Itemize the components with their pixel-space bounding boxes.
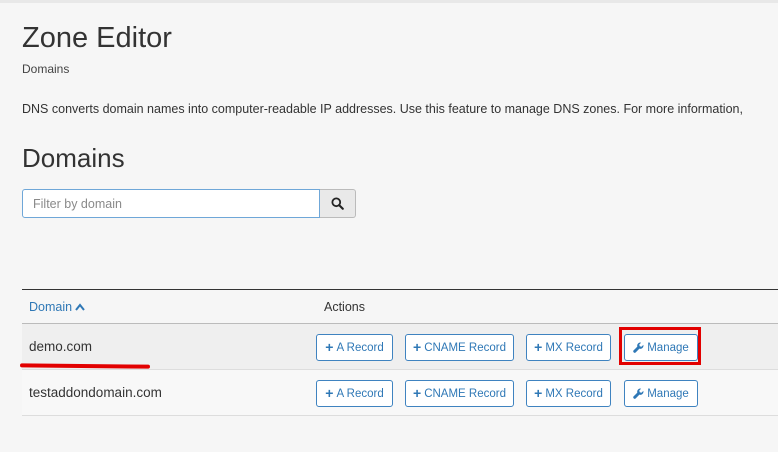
domain-column-label: Domain: [29, 300, 73, 314]
cname-record-button[interactable]: + CNAME Record: [405, 334, 514, 361]
plus-icon: +: [534, 339, 543, 355]
plus-icon: +: [534, 385, 543, 401]
search-button[interactable]: [320, 189, 356, 218]
domain-column-header[interactable]: Domain: [29, 300, 85, 314]
filter-group: [22, 189, 356, 218]
domain-cell: testaddondomain.com: [29, 385, 162, 400]
mx-record-button[interactable]: + MX Record: [526, 334, 611, 361]
domain-cell: demo.com: [29, 339, 93, 354]
domains-heading: Domains: [22, 143, 125, 173]
cname-record-button[interactable]: + CNAME Record: [405, 380, 514, 407]
plus-icon: +: [325, 385, 334, 401]
chevron-up-icon: [75, 303, 85, 311]
plus-icon: +: [413, 385, 422, 401]
page-description: DNS converts domain names into computer-…: [22, 102, 743, 116]
plus-icon: +: [325, 339, 334, 355]
domains-table: Domain Actions demo.com + A Record + CNA…: [22, 289, 778, 416]
a-record-label: A Record: [336, 387, 384, 400]
filter-domain-input[interactable]: [22, 189, 320, 218]
a-record-label: A Record: [336, 341, 384, 354]
mx-record-label: MX Record: [545, 387, 603, 400]
manage-label: Manage: [647, 387, 689, 400]
cname-record-label: CNAME Record: [424, 341, 506, 354]
manage-button[interactable]: Manage: [624, 380, 698, 407]
top-border: [0, 0, 778, 3]
cname-record-label: CNAME Record: [424, 387, 506, 400]
table-row: testaddondomain.com + A Record + CNAME R…: [22, 370, 778, 416]
wrench-icon: [633, 388, 644, 399]
mx-record-button[interactable]: + MX Record: [526, 380, 611, 407]
table-row: demo.com + A Record + CNAME Record + MX …: [22, 324, 778, 370]
plus-icon: +: [413, 339, 422, 355]
actions-column-header: Actions: [324, 300, 365, 314]
page-title: Zone Editor: [22, 22, 172, 54]
manage-highlight-annotation: [619, 327, 701, 365]
search-icon: [331, 197, 344, 210]
breadcrumb: Domains: [22, 62, 70, 76]
mx-record-label: MX Record: [545, 341, 603, 354]
table-header: Domain Actions: [22, 289, 778, 324]
a-record-button[interactable]: + A Record: [316, 380, 393, 407]
a-record-button[interactable]: + A Record: [316, 334, 393, 361]
